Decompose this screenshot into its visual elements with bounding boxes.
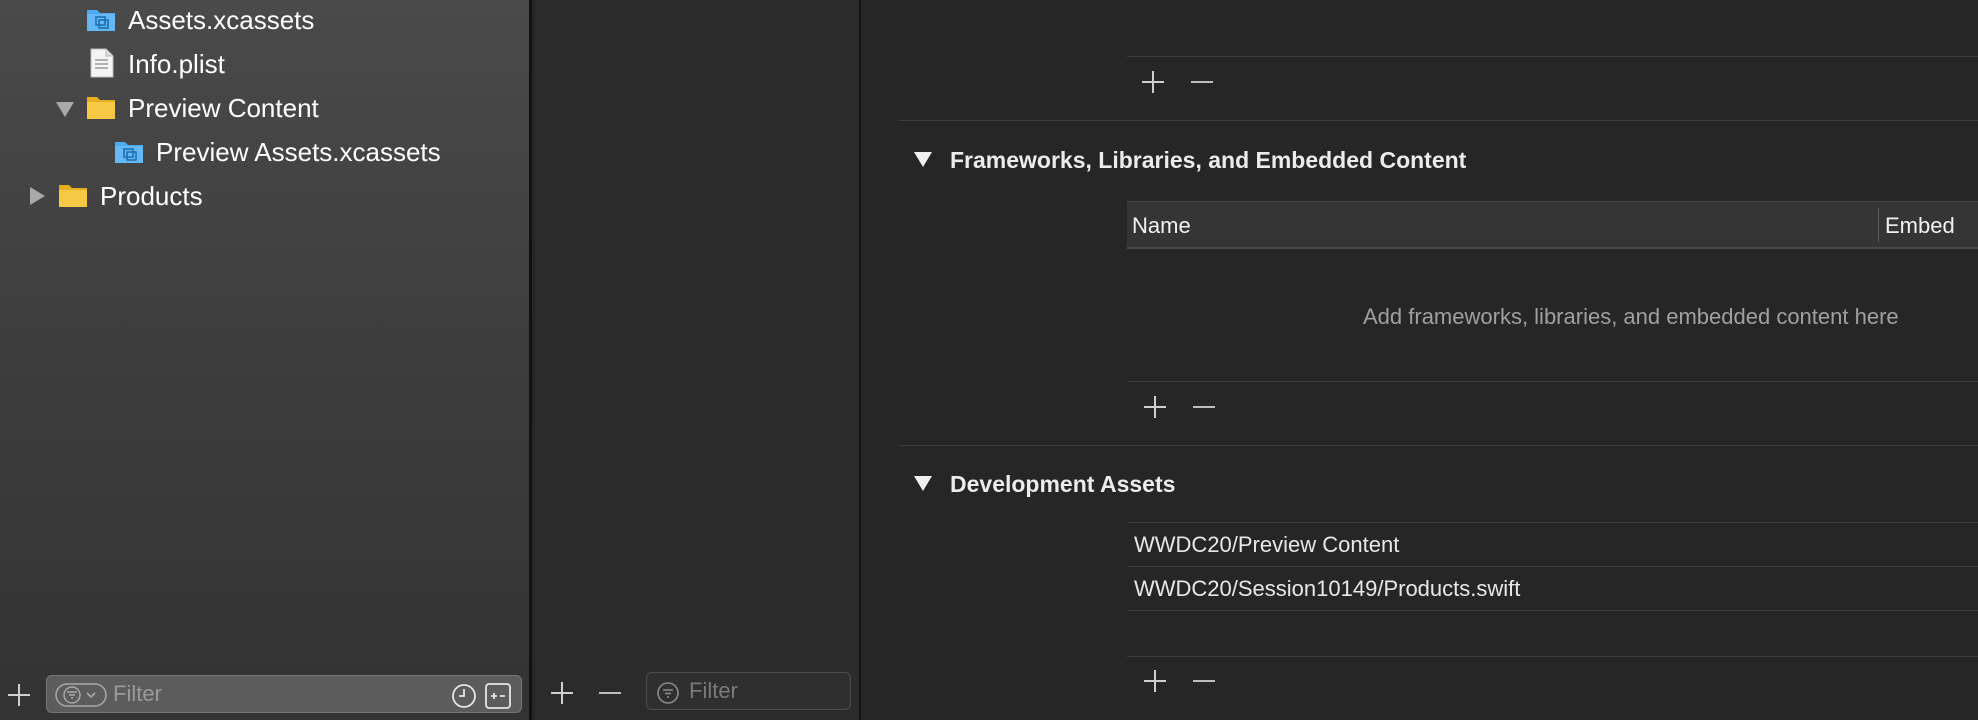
- section-disclosure-icon[interactable]: [914, 152, 932, 167]
- section-divider: [899, 445, 1978, 446]
- remove-item-button[interactable]: [1190, 69, 1214, 95]
- navigator-filter-field[interactable]: Filter: [46, 675, 522, 713]
- add-target-button[interactable]: [549, 680, 575, 706]
- navigator-item-preview-assets[interactable]: Preview Assets.xcassets: [114, 132, 524, 172]
- asset-catalog-icon: [87, 10, 115, 31]
- targets-filter-field[interactable]: Filter: [646, 672, 851, 710]
- navigator-item-info-plist[interactable]: Info.plist: [86, 44, 486, 84]
- divider: [1127, 656, 1978, 657]
- xcode-window: Assets.xcassets M Info.plist Preview Con…: [0, 0, 1978, 720]
- column-header-embed[interactable]: Embed: [1885, 213, 1955, 239]
- column-separator: [1878, 208, 1879, 242]
- divider: [1127, 56, 1978, 57]
- target-general-editor: Frameworks, Libraries, and Embedded Cont…: [863, 0, 1978, 720]
- add-file-button[interactable]: [6, 682, 32, 708]
- project-navigator: Assets.xcassets M Info.plist Preview Con…: [0, 0, 556, 720]
- remove-framework-button[interactable]: [1192, 394, 1216, 420]
- source-control-filter-icon[interactable]: [485, 683, 511, 709]
- frameworks-table-header: Name Embed: [1127, 201, 1978, 249]
- targets-list: Filter: [535, 0, 861, 720]
- filter-options-icon[interactable]: [55, 683, 107, 707]
- filter-placeholder: Filter: [113, 681, 162, 706]
- add-development-asset-button[interactable]: [1142, 668, 1168, 694]
- column-header-name[interactable]: Name: [1132, 213, 1191, 239]
- folder-icon: [87, 97, 115, 119]
- add-item-button[interactable]: [1140, 69, 1166, 95]
- section-title-frameworks: Frameworks, Libraries, and Embedded Cont…: [950, 147, 1467, 173]
- disclosure-collapsed-icon[interactable]: [30, 187, 45, 205]
- development-asset-path: WWDC20/Preview Content: [1134, 531, 1400, 557]
- recent-files-clock-icon[interactable]: [451, 683, 477, 709]
- section-title-development-assets: Development Assets: [950, 471, 1176, 497]
- development-asset-row[interactable]: WWDC20/Session10149/Products.swift: [1127, 567, 1978, 611]
- filter-icon: [657, 682, 679, 704]
- navigator-filter-bar: Filter: [0, 670, 529, 720]
- navigator-item-label: Assets.xcassets: [128, 4, 315, 35]
- disclosure-expanded-icon[interactable]: [56, 102, 74, 117]
- navigator-item-label: Preview Assets.xcassets: [156, 136, 441, 167]
- section-divider: [899, 120, 1978, 121]
- plist-file-icon: [90, 48, 114, 78]
- divider: [1127, 381, 1978, 382]
- navigator-item-products[interactable]: Products: [28, 176, 468, 216]
- folder-icon: [59, 185, 87, 207]
- navigator-item-label: Info.plist: [128, 48, 225, 79]
- development-asset-row[interactable]: WWDC20/Preview Content: [1127, 523, 1978, 567]
- development-asset-path: WWDC20/Session10149/Products.swift: [1134, 575, 1521, 601]
- navigator-item-assets[interactable]: Assets.xcassets M: [86, 0, 556, 40]
- asset-catalog-icon: [115, 142, 143, 163]
- navigator-item-label: Products: [100, 180, 203, 211]
- navigator-item-preview-content[interactable]: Preview Content: [56, 88, 496, 128]
- frameworks-empty-hint: Add frameworks, libraries, and embedded …: [1363, 304, 1899, 329]
- remove-development-asset-button[interactable]: [1192, 668, 1216, 694]
- remove-target-button[interactable]: [598, 680, 622, 706]
- filter-placeholder: Filter: [689, 678, 738, 703]
- add-framework-button[interactable]: [1142, 394, 1168, 420]
- navigator-item-label: Preview Content: [128, 92, 319, 123]
- section-disclosure-icon[interactable]: [914, 476, 932, 491]
